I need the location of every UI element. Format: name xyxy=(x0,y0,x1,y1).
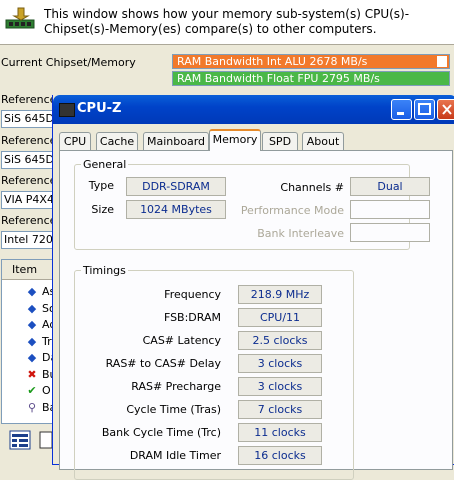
list-header-item[interactable]: Item xyxy=(2,260,52,280)
timing-label: CAS# Latency xyxy=(142,334,221,347)
timings-group: Timings Frequency 218.9 MHz FSB:DRAM CPU/11… xyxy=(74,264,354,480)
timing-value: 16 clocks xyxy=(238,446,322,465)
maximize-button[interactable] xyxy=(414,99,435,120)
tab-cache[interactable]: Cache xyxy=(96,132,138,150)
list-item-text: Tr xyxy=(42,334,52,348)
results-list[interactable]: Item ◆As◆So◆Ad◆Tr◆Da✖Bu✔O⚲Ba xyxy=(1,259,53,424)
type-value: DDR-SDRAM xyxy=(126,177,226,196)
list-item[interactable]: ◆ Tr xyxy=(2,334,52,350)
timing-value: 218.9 MHz xyxy=(238,285,322,304)
reference-combo-2[interactable]: SiS 645DX xyxy=(1,151,53,169)
ram-bandwidth-float-bar: RAM Bandwidth Float FPU 2795 MB/s xyxy=(172,71,450,86)
tab-cpu[interactable]: CPU xyxy=(59,132,91,150)
timing-label: RAS# Precharge xyxy=(131,380,221,393)
report-icon[interactable] xyxy=(8,428,32,452)
info-icon: ◆ xyxy=(27,285,37,298)
cross-icon: ✖ xyxy=(27,367,37,381)
timing-value: CPU/11 xyxy=(238,308,322,327)
size-label: Size xyxy=(91,203,114,216)
timing-label: Frequency xyxy=(164,288,221,301)
reference-combo-4[interactable]: Intel 7205 xyxy=(1,231,53,249)
general-group-title: General xyxy=(81,158,129,171)
tab-memory[interactable]: Memory xyxy=(209,129,261,151)
current-chipset-label: Current Chipset/Memory xyxy=(1,56,136,69)
window-description: This window shows how your memory sub-sy… xyxy=(44,7,410,36)
copy-icon[interactable] xyxy=(38,428,53,452)
list-item-text: Ba xyxy=(42,400,52,414)
info-icon: ◆ xyxy=(27,351,37,364)
ram-bandwidth-int-bar: RAM Bandwidth Int ALU 2678 MB/s xyxy=(172,54,450,69)
list-item[interactable]: ◆ Da xyxy=(2,350,52,366)
timings-group-title: Timings xyxy=(81,264,128,277)
size-value: 1024 MBytes xyxy=(126,200,226,219)
ram-bandwidth-float-text: RAM Bandwidth Float FPU 2795 MB/s xyxy=(177,72,380,85)
list-item-text: As xyxy=(42,285,52,298)
header-divider xyxy=(0,44,454,45)
magnifier-icon: ⚲ xyxy=(27,400,37,414)
reference-combo-1[interactable]: SiS 645DX xyxy=(1,110,53,128)
tab-spd[interactable]: SPD xyxy=(262,132,298,150)
memory-module-icon xyxy=(5,7,35,29)
performance-mode-label: Performance Mode xyxy=(240,204,344,217)
memory-panel: General Type DDR-SDRAM Size 1024 MBytes … xyxy=(59,150,453,480)
performance-mode-value xyxy=(350,200,430,219)
ram-bandwidth-int-text: RAM Bandwidth Int ALU 2678 MB/s xyxy=(177,55,368,68)
check-icon: ✔ xyxy=(27,384,37,397)
bank-interleave-label: Bank Interleave xyxy=(257,227,344,240)
list-item-text: So xyxy=(42,301,52,315)
list-item[interactable]: ✖ Bu xyxy=(2,367,52,383)
timing-value: 2.5 clocks xyxy=(238,331,322,350)
list-item-text: Ad xyxy=(42,318,52,331)
cpuz-title: CPU-Z xyxy=(77,101,122,116)
list-item[interactable]: ◆ As xyxy=(2,284,52,300)
timing-label: FSB:DRAM xyxy=(163,311,221,324)
timing-value: 11 clocks xyxy=(238,423,322,442)
timing-label: RAS# to CAS# Delay xyxy=(105,357,221,370)
type-label: Type xyxy=(88,179,114,192)
minimize-button[interactable] xyxy=(391,99,412,120)
bar-remainder xyxy=(437,56,447,67)
timing-value: 3 clocks xyxy=(238,354,322,373)
list-item-text: O xyxy=(42,384,51,397)
info-icon: ◆ xyxy=(27,301,37,315)
timing-label: Cycle Time (Tras) xyxy=(126,403,221,416)
cpuz-window: CPU-Z CPU Cache Mainboard Memory SPD Abo… xyxy=(52,95,454,480)
list-item[interactable]: ✔ O xyxy=(2,383,52,399)
info-icon: ◆ xyxy=(27,334,37,348)
cpuz-title-bar[interactable]: CPU-Z xyxy=(53,95,454,124)
reference-combo-3[interactable]: VIA P4X400 xyxy=(1,191,53,209)
channels-value: Dual xyxy=(350,177,430,196)
timing-label: DRAM Idle Timer xyxy=(129,449,221,462)
list-item-text: Da xyxy=(42,351,52,364)
bank-interleave-value xyxy=(350,223,430,242)
general-group: General Type DDR-SDRAM Size 1024 MBytes … xyxy=(74,158,430,250)
close-button[interactable] xyxy=(437,99,454,120)
description-header: This window shows how your memory sub-sy… xyxy=(0,0,454,44)
timing-label: Bank Cycle Time (Trc) xyxy=(101,426,221,439)
timing-value: 3 clocks xyxy=(238,377,322,396)
cpu-chip-icon xyxy=(59,103,75,117)
channels-label: Channels # xyxy=(280,181,344,194)
info-icon: ◆ xyxy=(27,318,37,331)
list-item[interactable]: ⚲ Ba xyxy=(2,400,52,416)
list-item[interactable]: ◆ So xyxy=(2,301,52,317)
list-item-text: Bu xyxy=(42,367,52,381)
tab-about[interactable]: About xyxy=(302,132,344,150)
tab-mainboard[interactable]: Mainboard xyxy=(143,132,209,150)
list-item[interactable]: ◆ Ad xyxy=(2,317,52,333)
timing-value: 7 clocks xyxy=(238,400,322,419)
